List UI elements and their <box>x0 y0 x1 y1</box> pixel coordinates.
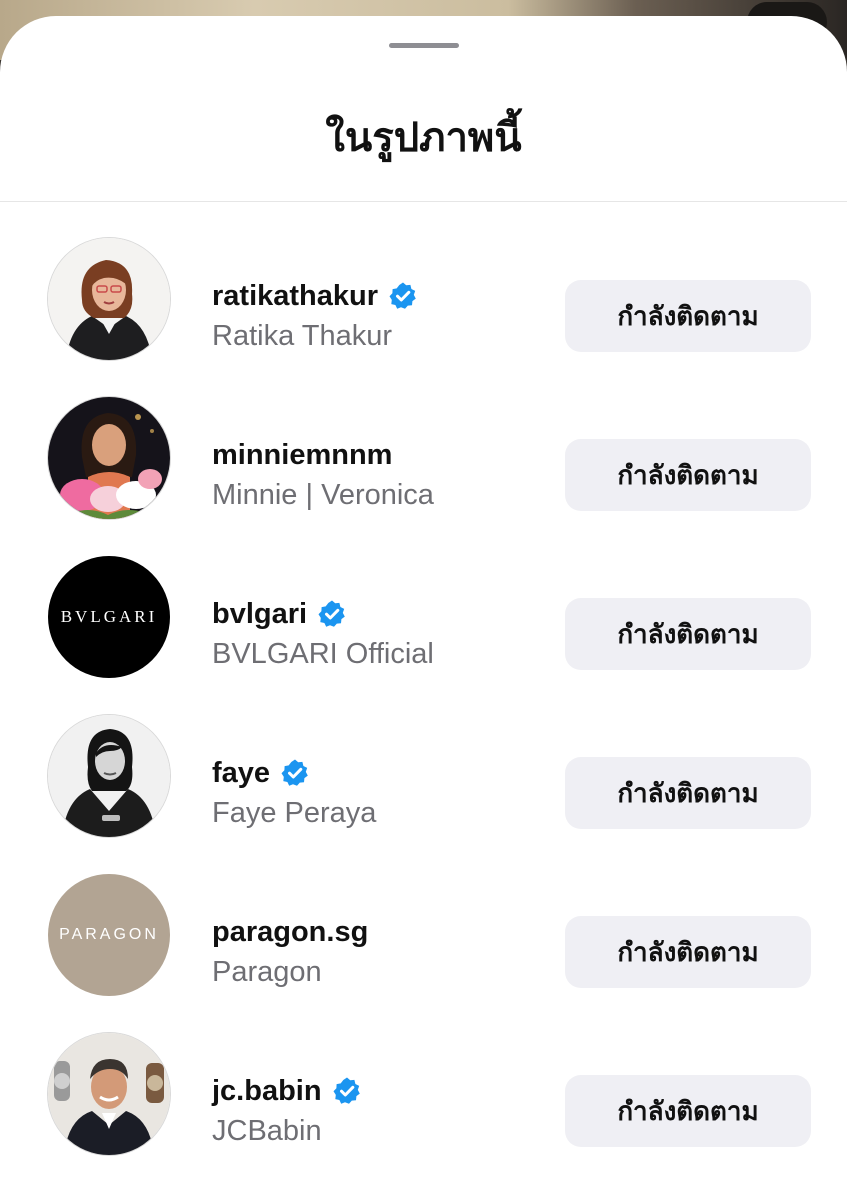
following-button[interactable]: กำลังติดตาม <box>565 439 811 511</box>
list-item[interactable]: ratikathakur Ratika Thakur กำลังติดตาม <box>0 238 847 397</box>
bottom-sheet: ในรูปภาพนี้ ratikathakur Ratika Thakur ก… <box>0 16 847 1200</box>
avatar[interactable] <box>48 715 170 837</box>
following-button[interactable]: กำลังติดตาม <box>565 280 811 352</box>
full-name: Faye Peraya <box>212 797 377 829</box>
full-name: Paragon <box>212 956 322 988</box>
following-button[interactable]: กำลังติดตาม <box>565 757 811 829</box>
list-item[interactable]: PARAGON paragon.sg Paragon กำลังติดตาม <box>0 874 847 1033</box>
verified-badge-icon <box>332 1076 362 1106</box>
list-item[interactable]: minniemnnm Minnie | Veronica กำลังติดตาม <box>0 397 847 556</box>
sheet-drag-handle[interactable] <box>389 43 459 48</box>
full-name: Minnie | Veronica <box>212 479 434 511</box>
username[interactable]: faye <box>212 757 270 790</box>
avatar-photo-minniemnnm <box>48 397 170 519</box>
list-item[interactable]: jc.babin JCBabin กำลังติดตาม <box>0 1033 847 1192</box>
full-name: BVLGARI Official <box>212 638 434 670</box>
avatar-photo-ratikathakur <box>48 238 170 360</box>
username[interactable]: paragon.sg <box>212 916 368 949</box>
verified-badge-icon <box>388 281 418 311</box>
username[interactable]: bvlgari <box>212 598 307 631</box>
following-button[interactable]: กำลังติดตาม <box>565 1075 811 1147</box>
username[interactable]: jc.babin <box>212 1075 322 1108</box>
full-name: JCBabin <box>212 1115 322 1147</box>
avatar[interactable] <box>48 1033 170 1155</box>
avatar[interactable]: PARAGON <box>48 874 170 996</box>
avatar[interactable]: BVLGARI <box>48 556 170 678</box>
avatar-photo-faye <box>48 715 170 837</box>
list-item[interactable]: faye Faye Peraya กำลังติดตาม <box>0 715 847 874</box>
header-divider <box>0 201 847 202</box>
verified-badge-icon <box>280 758 310 788</box>
avatar-photo-jc-babin <box>48 1033 170 1155</box>
full-name: Ratika Thakur <box>212 320 392 352</box>
username[interactable]: minniemnnm <box>212 439 392 472</box>
sheet-title: ในรูปภาพนี้ <box>325 115 522 161</box>
following-button[interactable]: กำลังติดตาม <box>565 916 811 988</box>
list-item[interactable]: BVLGARI bvlgari BVLGARI Official กำลังติ… <box>0 556 847 715</box>
avatar[interactable] <box>48 238 170 360</box>
username[interactable]: ratikathakur <box>212 280 378 313</box>
avatar[interactable] <box>48 397 170 519</box>
following-button[interactable]: กำลังติดตาม <box>565 598 811 670</box>
bvlgari-logo: BVLGARI <box>60 607 158 626</box>
tagged-people-list: ratikathakur Ratika Thakur กำลังติดตาม m… <box>0 238 847 1192</box>
paragon-logo: PARAGON <box>59 926 159 943</box>
verified-badge-icon <box>317 599 347 629</box>
